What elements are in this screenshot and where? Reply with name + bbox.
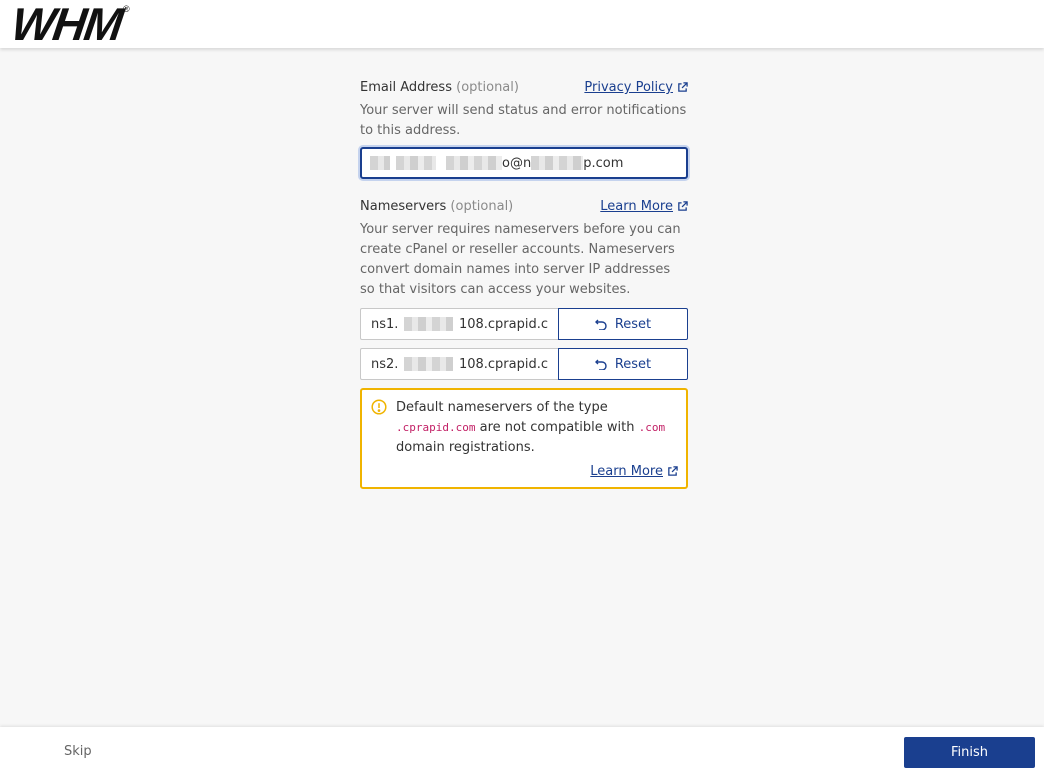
nameserver-1-input[interactable]: ns1. 108.cprapid.c	[360, 308, 558, 340]
nameservers-header: Nameservers (optional) Learn More	[360, 199, 688, 214]
top-bar: WHM ®	[0, 0, 1044, 50]
email-label: Email Address (optional)	[360, 80, 519, 95]
ns-prefix: ns1.	[371, 316, 399, 332]
ns-prefix: ns2.	[371, 356, 399, 372]
setup-form: Email Address (optional) Privacy Policy …	[360, 80, 688, 489]
warning-link-wrap: Learn More	[396, 460, 678, 479]
email-optional: (optional)	[456, 80, 519, 95]
ns-suffix: 108.cprapid.c	[458, 356, 548, 372]
warning-text: Default nameservers of the type .cprapid…	[396, 398, 678, 458]
nameservers-help: Your server requires nameservers before …	[360, 222, 681, 297]
warning-text-part: domain registrations.	[396, 440, 535, 455]
nameservers-label-text: Nameservers	[360, 199, 447, 214]
learn-more-label: Learn More	[600, 199, 673, 214]
external-link-icon	[668, 466, 678, 476]
nameservers-section: Nameservers (optional) Learn More Your s…	[360, 199, 688, 489]
nameserver-row-1: ns1. 108.cprapid.c Reset	[360, 308, 688, 340]
reset-label: Reset	[614, 316, 652, 332]
email-header: Email Address (optional) Privacy Policy	[360, 80, 688, 95]
redacted-text	[531, 156, 584, 170]
nameservers-label: Nameservers (optional)	[360, 199, 513, 214]
redacted-text	[370, 156, 390, 170]
warning-learn-more-link[interactable]: Learn More	[590, 464, 678, 479]
skip-button[interactable]: Skip	[64, 744, 92, 759]
redacted-text	[404, 357, 453, 371]
whm-logo: WHM ®	[8, 0, 130, 50]
redacted-text	[396, 156, 436, 170]
external-link-icon	[678, 201, 688, 211]
warning-code: .com	[638, 421, 666, 434]
logo-registered-mark: ®	[122, 4, 130, 14]
redacted-text	[446, 156, 502, 170]
redacted-text	[404, 317, 453, 331]
footer-bar: Skip Finish	[0, 727, 1044, 771]
logo-text: WHM	[8, 0, 125, 50]
learn-more-label: Learn More	[590, 464, 663, 479]
undo-icon	[594, 359, 607, 370]
privacy-policy-link[interactable]: Privacy Policy	[584, 80, 688, 95]
warning-text-part: Default nameservers of the type	[396, 400, 608, 415]
reset-label: Reset	[614, 356, 652, 372]
warning-icon	[371, 399, 387, 415]
reset-nameserver-1-button[interactable]: Reset	[558, 308, 688, 340]
nameserver-2-input[interactable]: ns2. 108.cprapid.c	[360, 348, 558, 380]
nameservers-optional: (optional)	[450, 199, 514, 214]
privacy-policy-label: Privacy Policy	[584, 80, 673, 95]
undo-icon	[594, 319, 607, 330]
email-visible-part: o@n	[502, 155, 532, 171]
external-link-icon	[678, 82, 688, 92]
email-label-text: Email Address	[360, 80, 452, 95]
email-visible-part: p.com	[583, 155, 624, 171]
email-field[interactable]: o@n p.com	[360, 147, 688, 179]
nameservers-learn-more-link[interactable]: Learn More	[600, 199, 688, 214]
reset-nameserver-2-button[interactable]: Reset	[558, 348, 688, 380]
nameserver-row-2: ns2. 108.cprapid.c Reset	[360, 348, 688, 380]
nameserver-warning: Default nameservers of the type .cprapid…	[360, 388, 688, 489]
email-help: Your server will send status and error n…	[360, 103, 687, 138]
warning-text-part: are not compatible with	[479, 420, 635, 435]
finish-button[interactable]: Finish	[904, 737, 1035, 768]
warning-code: .cprapid.com	[396, 421, 476, 434]
ns-suffix: 108.cprapid.c	[458, 316, 548, 332]
